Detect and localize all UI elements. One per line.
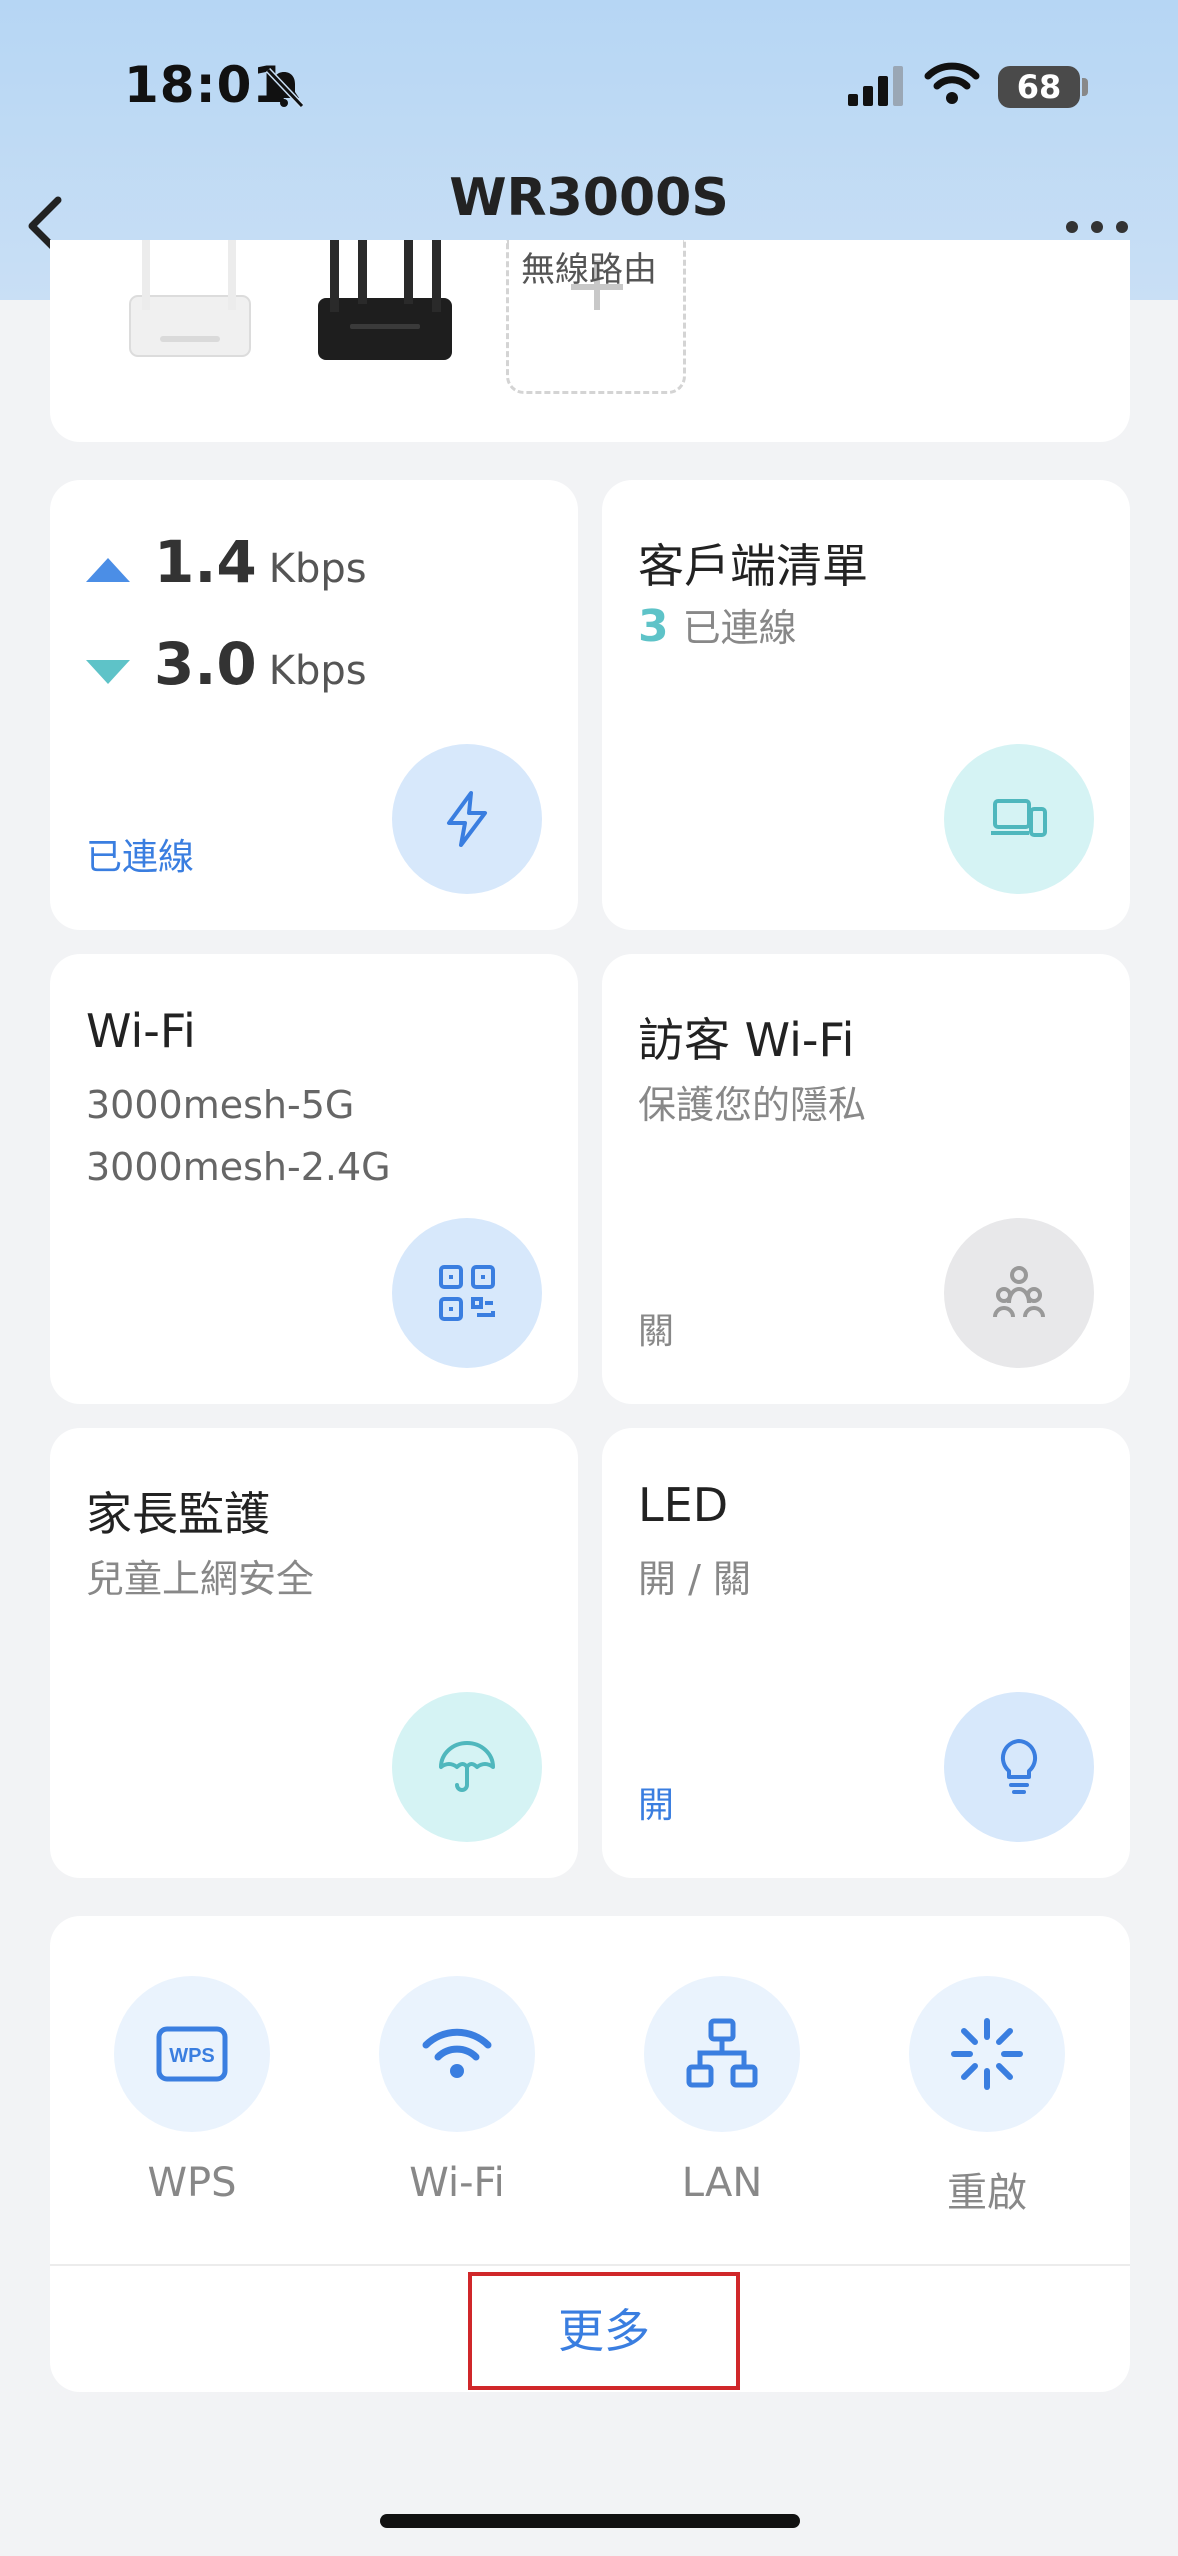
umbrella-icon — [439, 1741, 495, 1792]
guest-icon-circle[interactable] — [944, 1218, 1094, 1368]
more-button[interactable]: 更多 — [468, 2272, 740, 2390]
lan-icon-circle — [644, 1976, 800, 2132]
lightning-icon — [447, 791, 487, 847]
battery-indicator: 68 — [998, 66, 1080, 108]
action-wps[interactable]: WPS WPS — [82, 1976, 302, 2206]
action-wifi-label: Wi-Fi — [409, 2160, 505, 2206]
parental-subtitle: 兒童上網安全 — [86, 1557, 315, 1601]
action-lan-label: LAN — [681, 2160, 763, 2206]
page-title: WR3000S — [449, 168, 729, 228]
bulb-icon — [1000, 1739, 1038, 1794]
action-restart-label: 重啟 — [947, 2170, 1027, 2216]
guest-icon — [993, 1266, 1045, 1318]
wifi-title: Wi-Fi — [86, 1004, 196, 1058]
download-unit: Kbps — [268, 648, 367, 694]
more-options-icon[interactable] — [1062, 210, 1132, 240]
wifi-tile[interactable]: Wi-Fi 3000mesh-5G 3000mesh-2.4G — [50, 954, 578, 1404]
connection-status: 已連線 — [86, 837, 195, 878]
led-title: LED — [638, 1478, 729, 1532]
battery-tip — [1082, 78, 1088, 96]
wifi-action-circle — [379, 1976, 535, 2132]
led-icon-circle[interactable] — [944, 1692, 1094, 1842]
led-tile[interactable]: LED 開 / 關 開 — [602, 1428, 1130, 1878]
restart-icon-circle — [909, 1976, 1065, 2132]
guest-wifi-status: 關 — [638, 1311, 675, 1352]
wps-icon-circle: WPS — [114, 1976, 270, 2132]
parental-icon-circle[interactable] — [392, 1692, 542, 1842]
download-value: 3.0 — [154, 630, 257, 698]
quick-actions-card: WPS WPS Wi-Fi LAN 重啟 更多 — [50, 1916, 1130, 2392]
speed-tile[interactable]: 1.4 Kbps 3.0 Kbps 已連線 — [50, 480, 578, 930]
bell-muted-icon — [265, 67, 305, 109]
upload-arrow-icon — [86, 558, 130, 582]
clients-title: 客戶端清單 — [638, 539, 868, 593]
status-bar: 18:01 68 — [0, 0, 1178, 170]
home-indicator — [380, 2514, 800, 2528]
guest-wifi-tile[interactable]: 訪客 Wi-Fi 保護您的隱私 關 — [602, 954, 1130, 1404]
guest-wifi-title: 訪客 Wi-Fi — [638, 1013, 855, 1067]
parental-title: 家長監護 — [86, 1487, 270, 1541]
action-wps-label: WPS — [147, 2160, 237, 2206]
actions-divider — [50, 2264, 1130, 2266]
download-arrow-icon — [86, 660, 130, 684]
clients-count-line: 3 已連線 — [638, 596, 797, 659]
clients-count: 3 — [638, 601, 669, 652]
wifi-status-icon — [924, 62, 980, 104]
action-restart[interactable]: 重啟 — [877, 1976, 1097, 2218]
devices-icon — [991, 799, 1047, 837]
wps-icon: WPS — [156, 2026, 228, 2082]
wifi-icon — [422, 2028, 492, 2078]
wifi-ssids: 3000mesh-5G 3000mesh-2.4G — [86, 1074, 391, 1198]
clients-count-label: 已連線 — [682, 606, 797, 650]
download-row: 3.0 Kbps — [86, 630, 367, 698]
led-status: 開 — [638, 1785, 675, 1826]
clients-tile[interactable]: 客戶端清單 3 已連線 — [602, 480, 1130, 930]
parental-control-tile[interactable]: 家長監護 兒童上網安全 — [50, 1428, 578, 1878]
qr-code-icon — [439, 1265, 495, 1321]
wifi-qr-circle[interactable] — [392, 1218, 542, 1368]
ssid-5g: 3000mesh-5G — [86, 1083, 355, 1127]
upload-unit: Kbps — [268, 546, 367, 592]
cellular-signal-icon — [848, 66, 903, 106]
led-subtitle: 開 / 關 — [638, 1557, 751, 1601]
action-wifi[interactable]: Wi-Fi — [347, 1976, 567, 2206]
clients-icon-circle[interactable] — [944, 744, 1094, 894]
action-lan[interactable]: LAN — [612, 1976, 832, 2206]
lan-icon — [686, 2018, 758, 2088]
restart-icon — [951, 2018, 1023, 2090]
guest-wifi-subtitle: 保護您的隱私 — [638, 1083, 867, 1127]
ssid-24g: 3000mesh-2.4G — [86, 1145, 391, 1189]
speed-icon-circle[interactable] — [392, 744, 542, 894]
upload-row: 1.4 Kbps — [86, 528, 367, 596]
page-subtitle: 無線路由 — [521, 250, 657, 290]
svg-text:WPS: WPS — [169, 2045, 215, 2067]
upload-value: 1.4 — [154, 528, 257, 596]
